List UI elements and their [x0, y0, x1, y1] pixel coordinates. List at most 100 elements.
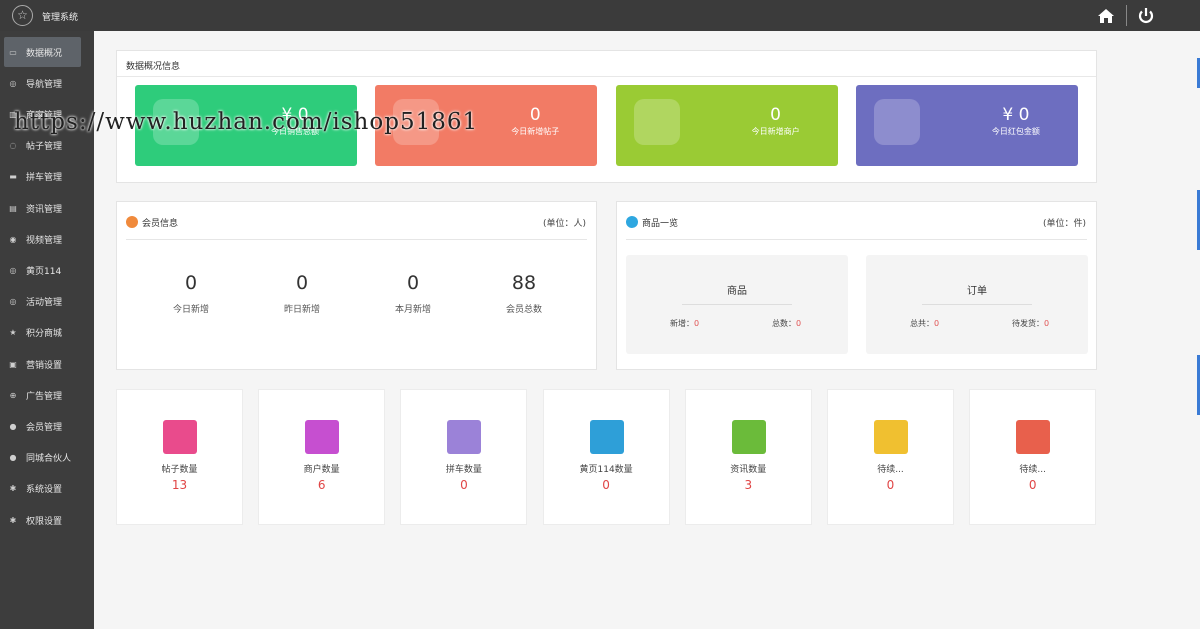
member-title: 会员信息 — [142, 219, 179, 229]
stat-label: 今日新增帖子 — [511, 127, 560, 136]
sidebar-item-label: 权限设置 — [26, 516, 63, 527]
stat-value: 0 — [796, 319, 802, 328]
sidebar-item-10[interactable]: ▣ 营销设置 — [4, 349, 81, 379]
stat-value: 0 — [770, 105, 781, 125]
tile-value: 13 — [171, 478, 188, 492]
sidebar-item-label: 积分商城 — [26, 329, 63, 340]
sidebar-item-label: 系统设置 — [26, 485, 63, 496]
chat-bubble-icon — [633, 99, 680, 145]
tile-label: 待续... — [1019, 465, 1046, 475]
sidebar-item-12[interactable]: ● 会员管理 — [4, 411, 81, 441]
count-tile[interactable]: 帖子数量 13 — [116, 389, 243, 525]
member-stat-value: 0 — [184, 272, 198, 294]
member-stat-value: 88 — [511, 272, 537, 294]
goods-box-title: 商品 — [727, 286, 747, 297]
sidebar-item-5[interactable]: ▤ 资讯管理 — [4, 193, 81, 223]
goods-icon — [626, 216, 638, 228]
power-icon[interactable] — [1136, 6, 1156, 26]
stat-label: 新增： — [670, 319, 694, 328]
stat-label: 总共： — [910, 319, 934, 328]
sidebar-item-7[interactable]: ◎ 黄页114 — [4, 255, 81, 285]
sidebar-item-label: 导航管理 — [26, 79, 63, 90]
count-tile[interactable]: 资讯数量 3 — [684, 389, 812, 525]
member-stat-label: 今日新增 — [172, 305, 209, 315]
stat-card: 0 今日新增商户 — [615, 85, 838, 166]
sidebar-item-9[interactable]: ★ 积分商城 — [4, 318, 81, 348]
tile-label: 拼车数量 — [445, 465, 482, 475]
goods-title: 商品一览 — [642, 219, 679, 229]
sidebar-item-8[interactable]: ◎ 活动管理 — [4, 287, 81, 317]
sidebar-item-label: 拼车管理 — [26, 173, 63, 184]
globe-icon: ⊕ — [9, 390, 17, 400]
goods-right-stat: 待发货：0 — [1012, 318, 1049, 329]
divider — [682, 304, 792, 305]
sidebar-item-4[interactable]: ▬ 拼车管理 — [4, 162, 81, 192]
sidebar-item-label: 活动管理 — [26, 298, 63, 309]
goods-unit: (单位：件) — [1042, 219, 1086, 229]
tile-value: 3 — [744, 478, 753, 492]
stat-value: 0 — [529, 105, 541, 125]
gear-icon: ✱ — [9, 484, 17, 494]
logo-icon: ☆ — [12, 5, 33, 26]
toolbar-divider — [1126, 5, 1127, 26]
count-tile[interactable]: 黄页114数量 0 — [542, 389, 670, 525]
sidebar-item-label: 黄页114 — [26, 266, 62, 277]
sidebar-item-13[interactable]: ● 同城合伙人 — [4, 443, 81, 473]
top-bar: ☆ 管理系统 — [0, 0, 1200, 31]
member-stat: 0 今日新增 — [141, 272, 241, 315]
car-icon: ▬ — [9, 172, 17, 182]
truck-icon — [447, 420, 482, 454]
divider — [922, 304, 1032, 305]
goods-panel: 商品一览 (单位：件) 商品 新增：0 总数：0 订单 总共：0 待发货：0 — [616, 201, 1097, 370]
stat-card: ¥ 0 今日红包金额 — [855, 85, 1078, 166]
member-stat-label: 昨日新增 — [283, 305, 320, 315]
sidebar-item-11[interactable]: ⊕ 广告管理 — [4, 380, 81, 410]
circle-icon: ◎ — [9, 78, 17, 88]
stat-value: 0 — [934, 319, 940, 328]
tile-label: 帖子数量 — [161, 465, 198, 475]
stat-value: ¥ 0 — [1002, 105, 1030, 125]
sidebar-item-label: 资讯管理 — [26, 204, 63, 215]
goods-left-stat: 新增：0 — [670, 318, 699, 329]
app-title: 管理系统 — [42, 13, 79, 23]
tile-value: 0 — [460, 478, 468, 492]
money-bag-icon — [305, 420, 340, 454]
stat-label: 总数： — [772, 319, 796, 328]
goods-right-stat: 总数：0 — [772, 318, 801, 329]
divider — [626, 239, 1087, 240]
member-stat-value: 0 — [406, 272, 420, 294]
sidebar-item-1[interactable]: ◎ 导航管理 — [4, 68, 81, 98]
member-icon — [126, 216, 138, 228]
calendar-icon: ◎ — [9, 297, 17, 307]
count-tile[interactable]: 拼车数量 0 — [400, 389, 528, 525]
sidebar-item-0[interactable]: ▭ 数据概况 — [4, 37, 81, 67]
notebook-icon — [731, 420, 766, 454]
divider — [126, 239, 587, 240]
gift-icon: ▣ — [9, 359, 17, 369]
member-stat-label: 会员总数 — [505, 305, 542, 315]
member-stat: 0 昨日新增 — [252, 272, 352, 315]
count-tile[interactable]: 商户数量 6 — [258, 389, 386, 525]
sidebar-item-label: 帖子管理 — [26, 142, 63, 153]
count-tile[interactable]: 待续... 0 — [827, 389, 954, 525]
member-unit: (单位：人) — [542, 219, 586, 229]
sidebar-item-6[interactable]: ◉ 视频管理 — [4, 224, 81, 254]
monitor-icon: ▭ — [9, 47, 17, 57]
home-icon[interactable] — [1096, 6, 1116, 26]
stat-label: 待发货： — [1012, 319, 1044, 328]
clipboard-icon — [589, 420, 624, 454]
tile-value: 0 — [886, 478, 895, 492]
sidebar-item-label: 视频管理 — [26, 235, 63, 246]
news-icon: ▤ — [9, 203, 17, 213]
stat-label: 今日新增商户 — [751, 127, 800, 136]
sidebar-item-3[interactable]: ◌ 帖子管理 — [4, 131, 81, 161]
sidebar-item-14[interactable]: ✱ 系统设置 — [4, 474, 81, 504]
count-tile[interactable]: 待续... 0 — [969, 389, 1097, 525]
member-stat: 0 本月新增 — [363, 272, 463, 315]
goods-box: 订单 总共：0 待发货：0 — [866, 255, 1088, 354]
sidebar-item-label: 广告管理 — [26, 391, 63, 402]
phone-icon: ◎ — [9, 265, 17, 275]
sidebar-item-15[interactable]: ✱ 权限设置 — [4, 505, 81, 535]
goods-left-stat: 总共：0 — [910, 318, 939, 329]
member-stat-label: 本月新增 — [394, 305, 431, 315]
